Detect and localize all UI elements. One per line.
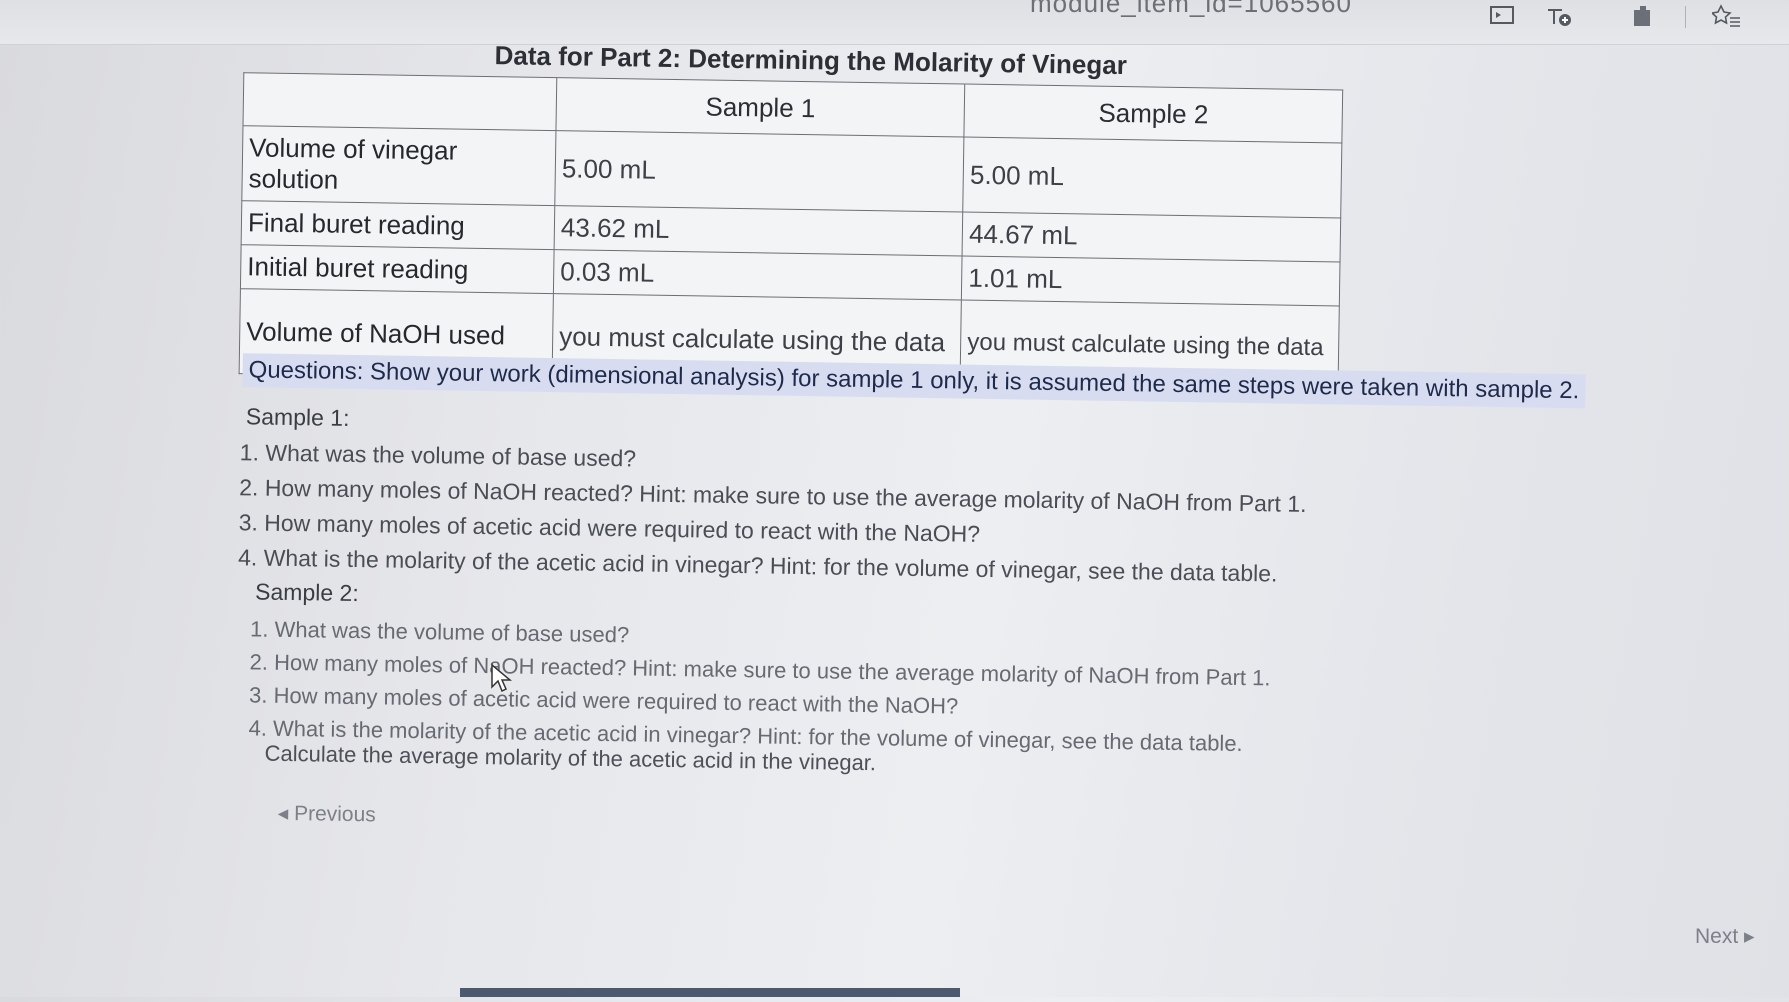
previous-link[interactable]: ◂ Previous xyxy=(278,801,376,828)
add-tab-icon[interactable] xyxy=(1542,4,1576,32)
row-label: Initial buret reading xyxy=(240,244,555,294)
header-cell-empty xyxy=(242,72,557,131)
row-label: Final buret reading xyxy=(241,200,555,250)
sample2-value: 1.01 mL xyxy=(961,256,1340,306)
header-cell-sample2: Sample 2 xyxy=(964,84,1343,143)
sample1-label: Sample 1: xyxy=(245,403,350,431)
sample2-label: Sample 2: xyxy=(254,578,359,607)
sample1-questions: What was the volume of base used? How ma… xyxy=(233,435,1307,592)
next-link[interactable]: Next ▸ xyxy=(1695,924,1755,949)
sample2-value: 44.67 mL xyxy=(962,212,1341,262)
taskbar-strip xyxy=(460,988,960,997)
sample1-value: 5.00 mL xyxy=(554,130,965,213)
favorites-icon[interactable] xyxy=(1710,4,1744,32)
sample2-value: 5.00 mL xyxy=(962,137,1342,218)
sample2-questions: What was the volume of base used? How ma… xyxy=(243,612,1271,760)
header-cell-sample1: Sample 1 xyxy=(555,77,965,138)
mouse-cursor-icon xyxy=(490,663,513,693)
row-label: Volume of vinegar solution xyxy=(241,125,556,206)
sample1-value: 0.03 mL xyxy=(553,249,963,301)
page-content: Data for Part 2: Determining the Molarit… xyxy=(215,30,1650,1002)
data-table: Sample 1 Sample 2 Volume of vinegar solu… xyxy=(238,72,1344,392)
table-title: Data for Part 2: Determining the Molarit… xyxy=(494,40,1128,81)
toolbar-divider xyxy=(1685,6,1686,28)
sample1-value: 43.62 mL xyxy=(554,205,963,257)
extensions-icon[interactable] xyxy=(1626,4,1660,32)
immersive-reader-icon[interactable] xyxy=(1486,4,1520,32)
url-fragment[interactable]: module_item_id=1065560 xyxy=(1030,0,1352,19)
